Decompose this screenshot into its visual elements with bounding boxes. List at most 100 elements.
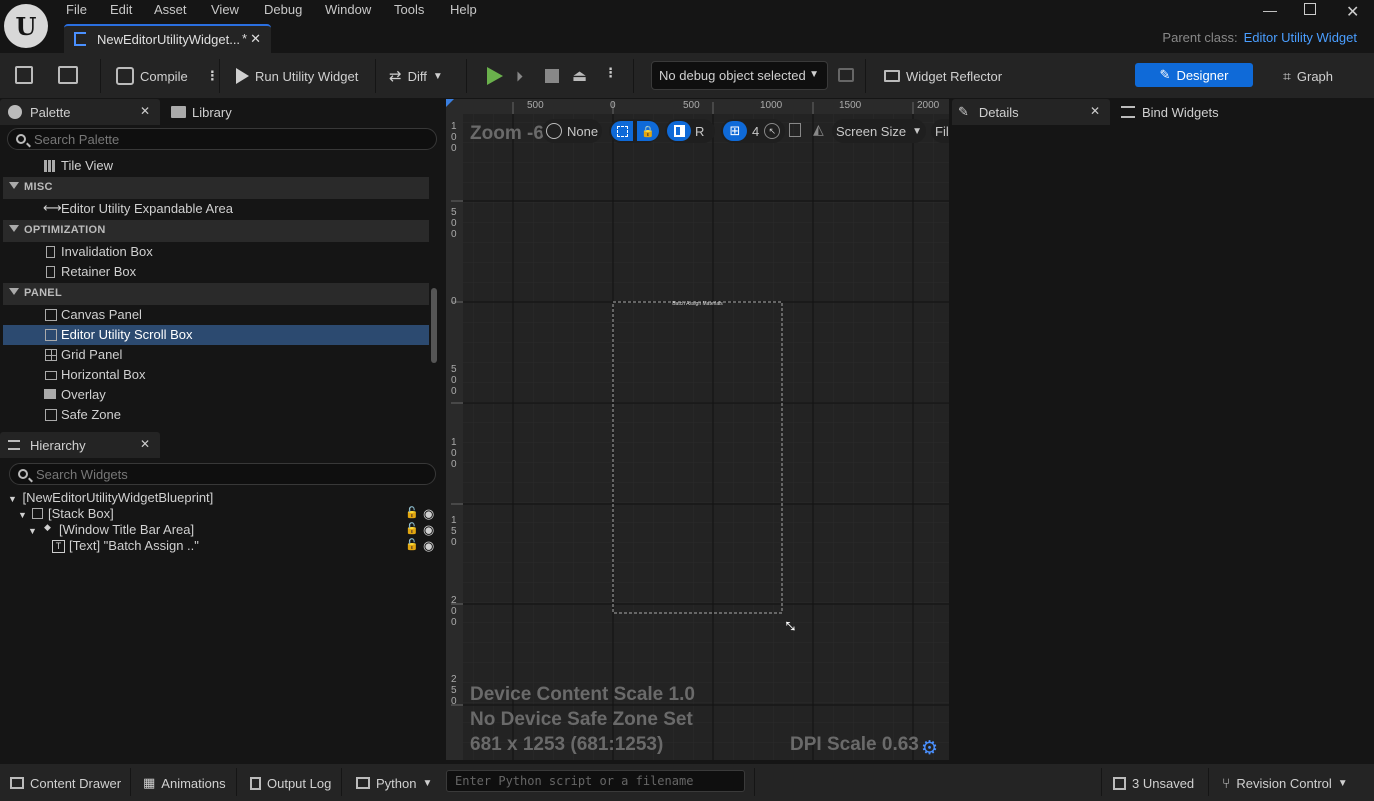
python-dropdown[interactable]: Python ▼: [356, 773, 432, 793]
revision-control-button[interactable]: ⑂ Revision Control ▼: [1222, 773, 1348, 793]
layout-icon[interactable]: [667, 121, 691, 141]
content-drawer-button[interactable]: Content Drawer: [10, 773, 121, 793]
menu-edit[interactable]: Edit: [110, 2, 132, 17]
animations-button[interactable]: ▦ Animations: [143, 773, 226, 793]
output-log-button[interactable]: Output Log: [250, 773, 331, 793]
python-label: Python: [376, 775, 417, 791]
lock-icon[interactable]: 🔓: [405, 506, 419, 519]
stop-icon[interactable]: [545, 69, 559, 83]
tab-hierarchy[interactable]: Hierarchy: [8, 432, 86, 458]
close-palette-icon[interactable]: ✕: [140, 104, 150, 118]
menu-window[interactable]: Window: [325, 2, 371, 17]
run-utility-widget-button[interactable]: Run Utility Widget: [236, 65, 358, 87]
menu-help[interactable]: Help: [450, 2, 477, 17]
palette-category-optimization[interactable]: OPTIMIZATION: [3, 220, 429, 242]
ruler-top-label: 1000: [760, 100, 783, 111]
designer-icon: ✎: [1159, 67, 1171, 82]
tab-bind-widgets[interactable]: Bind Widgets: [1121, 99, 1219, 125]
menu-file[interactable]: File: [66, 2, 87, 17]
menu-debug[interactable]: Debug: [264, 2, 302, 17]
python-command-input[interactable]: Enter Python script or a filename: [446, 770, 745, 792]
toolbar: Compile ⋮ Run Utility Widget ⇄ Diff ▼ ⏵ …: [0, 53, 1374, 98]
lock-icon[interactable]: 🔓: [405, 522, 419, 535]
step-icon[interactable]: ⏵: [516, 68, 523, 85]
diff-button[interactable]: ⇄ Diff ▼: [389, 65, 443, 87]
cursor-icon[interactable]: ↖: [764, 123, 781, 139]
palette-category-misc[interactable]: MISC: [3, 177, 429, 199]
palette-item-canvas-panel[interactable]: Canvas Panel: [3, 305, 429, 325]
tree-row-stack-box[interactable]: ▼ [Stack Box] 🔓 ◉: [18, 506, 436, 522]
graph-button[interactable]: ⌗ Graph: [1283, 65, 1333, 87]
tab-library[interactable]: Library: [171, 99, 232, 125]
image-preview-icon[interactable]: [789, 123, 801, 137]
palette-item-overlay[interactable]: Overlay: [3, 385, 429, 405]
hierarchy-search-input[interactable]: Search Widgets: [9, 463, 436, 485]
palette-item-editor-utility-scroll-box[interactable]: Editor Utility Scroll Box: [3, 325, 429, 345]
palette-item-grid-panel[interactable]: Grid Panel: [3, 345, 429, 365]
eye-icon[interactable]: ◉: [423, 522, 434, 538]
palette-item-tile-view[interactable]: Tile View: [3, 156, 429, 176]
save-icon[interactable]: [15, 66, 33, 84]
palette-category-panel[interactable]: PANEL: [3, 283, 429, 305]
menu-view[interactable]: View: [211, 2, 239, 17]
tab-palette[interactable]: Palette: [8, 99, 70, 125]
palette-item-invalidation-box[interactable]: Invalidation Box: [3, 242, 429, 262]
widget-reflector-button[interactable]: Widget Reflector: [884, 65, 1002, 87]
grid-icon[interactable]: ⊞: [723, 121, 747, 141]
menu-asset[interactable]: Asset: [154, 2, 187, 17]
play-options-icon[interactable]: ⋮: [604, 65, 617, 81]
lock-icon[interactable]: 🔓: [405, 538, 419, 551]
ruler-top-label: 1500: [839, 100, 862, 111]
palette-item-label: Tile View: [61, 158, 114, 173]
eye-icon[interactable]: ◉: [423, 506, 434, 522]
log-icon: [250, 776, 261, 790]
browse-icon[interactable]: [58, 66, 78, 84]
close-hierarchy-icon[interactable]: ✕: [140, 437, 150, 451]
gear-icon[interactable]: ⚙: [921, 737, 938, 760]
close-details-icon[interactable]: ✕: [1090, 104, 1100, 118]
unsaved-button[interactable]: 3 Unsaved: [1113, 773, 1194, 793]
grid-snap-control: ⊞ 4 ↖: [721, 119, 785, 143]
compile-button[interactable]: Compile ⋮: [116, 65, 219, 87]
fill-screen-dropdown[interactable]: Fil: [931, 119, 949, 143]
tree-row-text[interactable]: T [Text] "Batch Assign .." 🔓 ◉: [52, 538, 436, 554]
grid-snap-value[interactable]: 4: [752, 124, 759, 139]
dpi-scale-readout: DPI Scale 0.63: [790, 734, 919, 755]
palette-scrollbar[interactable]: [431, 288, 437, 363]
tree-row-root[interactable]: ▼ [NewEditorUtilityWidgetBlueprint]: [8, 490, 213, 506]
category-label: OPTIMIZATION: [24, 224, 106, 236]
palette-item-safe-zone[interactable]: Safe Zone: [3, 405, 429, 425]
close-tab-icon[interactable]: ✕: [250, 31, 261, 47]
revision-label: Revision Control: [1236, 775, 1332, 791]
palette-item-expandable-area[interactable]: ⟷ Editor Utility Expandable Area: [3, 199, 429, 219]
unreal-logo-icon[interactable]: U: [4, 4, 48, 48]
select-outline-icon[interactable]: [611, 121, 633, 141]
debug-filter-icon[interactable]: [838, 68, 854, 82]
designer-button[interactable]: ✎ Designer: [1135, 63, 1253, 87]
list-icon: [1121, 106, 1135, 118]
close-window-icon[interactable]: ✕: [1346, 2, 1359, 22]
flip-icon[interactable]: ◭: [813, 121, 824, 138]
designer-viewport[interactable]: 500 0 500 1000 1500 2000 1 0 0 5 0 0 0 5…: [446, 99, 949, 760]
localization-preview-button[interactable]: None: [542, 119, 602, 143]
palette-item-retainer-box[interactable]: Retainer Box: [3, 262, 429, 282]
tree-row-window-title-bar-area[interactable]: ▼ ◆ [Window Title Bar Area] 🔓 ◉: [28, 522, 436, 538]
eject-icon[interactable]: ⏏: [572, 66, 587, 86]
debug-object-select[interactable]: No debug object selected ▼: [651, 61, 828, 90]
screen-size-dropdown[interactable]: Screen Size ▼: [832, 119, 926, 143]
menu-tools[interactable]: Tools: [394, 2, 424, 17]
ruler-left-label: 2 0 0: [451, 595, 457, 628]
compile-options-icon[interactable]: ⋮: [206, 68, 219, 84]
minimize-icon[interactable]: —: [1263, 2, 1277, 18]
r-label[interactable]: R: [695, 124, 704, 139]
tab-details[interactable]: ✎ Details: [958, 99, 1019, 125]
palette-item-horizontal-box[interactable]: Horizontal Box: [3, 365, 429, 385]
lock-icon[interactable]: 🔒: [637, 121, 659, 141]
palette-search-input[interactable]: Search Palette: [7, 128, 437, 150]
parent-class-link[interactable]: Editor Utility Widget: [1244, 30, 1357, 45]
asset-tab[interactable]: NewEditorUtilityWidget... ✕: [64, 24, 271, 53]
maximize-icon[interactable]: [1304, 3, 1316, 15]
palette-item-label: Retainer Box: [61, 264, 137, 279]
play-in-editor-icon[interactable]: [487, 67, 503, 85]
eye-icon[interactable]: ◉: [423, 538, 434, 554]
